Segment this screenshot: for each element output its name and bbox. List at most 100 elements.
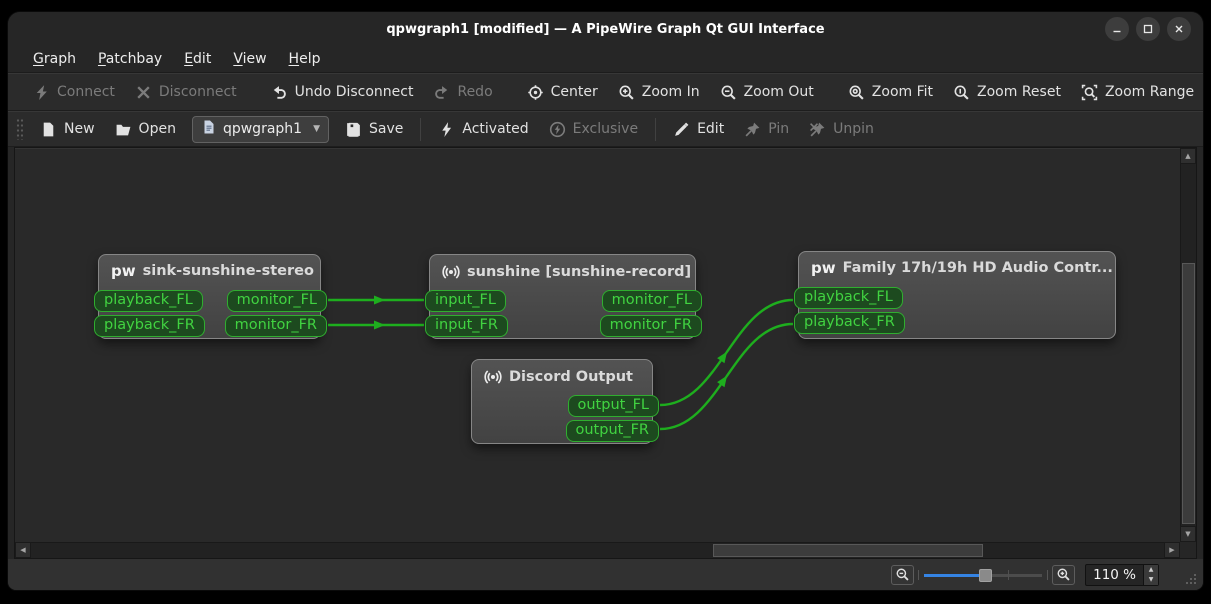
port-playback-fr[interactable]: playback_FR: [794, 311, 905, 334]
zoom-slider[interactable]: [918, 567, 1049, 583]
menubar: Graph Patchbay Edit View Help: [8, 46, 1203, 73]
zoom-out-small-button[interactable]: [891, 564, 915, 585]
toolbar-separator: [420, 117, 422, 141]
node-title: Discord Output: [509, 369, 633, 385]
zoom-value[interactable]: 110 %: [1086, 565, 1143, 585]
new-button[interactable]: New: [30, 115, 105, 143]
zoom-in-small-button[interactable]: [1052, 564, 1076, 585]
zoom-slider-fill: [924, 573, 986, 577]
window-controls: [1105, 17, 1191, 41]
maximize-button[interactable]: [1136, 17, 1160, 41]
file-doc-icon: [204, 120, 214, 134]
spin-up-button[interactable]: ▲: [1144, 564, 1158, 575]
toolbar-button-label: Edit: [697, 121, 725, 137]
port-input-fl[interactable]: input_FL: [425, 290, 506, 312]
zoom-reset-button[interactable]: Zoom Reset: [943, 78, 1071, 106]
edit-button[interactable]: Edit: [663, 115, 734, 143]
scroll-down-button[interactable]: ▼: [1180, 526, 1196, 542]
undo-disconnect-button[interactable]: Undo Disconnect: [261, 78, 424, 106]
toolbar-button-label: Disconnect: [158, 84, 237, 100]
connect-icon: [36, 84, 47, 100]
menu-edit[interactable]: Edit: [173, 51, 222, 67]
toolbar-button-label: Zoom Range: [1104, 84, 1195, 100]
save-button[interactable]: Save: [335, 115, 413, 143]
port-playback-fr[interactable]: playback_FR: [94, 314, 205, 337]
pipewire-icon: pw: [811, 258, 836, 276]
vertical-scroll-thumb[interactable]: [1182, 263, 1195, 524]
zoom-slider-handle[interactable]: [979, 568, 993, 582]
zoom-reset-icon: [953, 84, 970, 101]
maximize-icon: [1143, 24, 1153, 34]
center-button[interactable]: Center: [517, 78, 608, 106]
node-sunshine[interactable]: sunshine [sunshine-record] input_FL input_…: [425, 254, 702, 339]
graph-toolbar: Connect Disconnect Undo Disconnect Redo Cent…: [8, 73, 1203, 111]
exclusive-button: Exclusive: [539, 115, 648, 143]
node-sink-sunshine-stereo[interactable]: pw sink-sunshine-stereo playback_FL playbac…: [94, 254, 327, 339]
node-header: pw sink-sunshine-stereo: [99, 255, 320, 279]
exclusive-icon: [549, 121, 566, 138]
port-input-fr[interactable]: input_FR: [425, 314, 508, 337]
titlebar[interactable]: qpwgraph1 [modified] — A PipeWire Graph …: [8, 12, 1203, 46]
zoom-range-icon: [1081, 84, 1098, 100]
zoom-fit-icon: [848, 84, 865, 101]
patchbay-profile-combo[interactable]: qpwgraph1 ▼: [191, 115, 329, 143]
zoom-out-icon: [896, 568, 909, 581]
edit-icon: [673, 121, 690, 138]
zoom-in-icon: [1057, 568, 1070, 581]
zoom-fit-button[interactable]: Zoom Fit: [838, 78, 943, 106]
toolbar-button-label: Open: [138, 121, 176, 137]
minimize-button[interactable]: [1105, 17, 1129, 41]
port-monitor-fl[interactable]: monitor_FL: [601, 290, 702, 312]
activated-button[interactable]: Activated: [428, 115, 538, 143]
connect-button: Connect: [23, 78, 125, 106]
toolbar-button-label: Zoom In: [641, 84, 700, 100]
wire-arrow-icon: [374, 320, 385, 330]
scrollbar-corner: [1180, 542, 1196, 558]
toolbar-button-label: Redo: [457, 84, 493, 100]
chevron-down-icon: ▼: [313, 124, 320, 134]
vertical-scrollbar[interactable]: ▲ ▼: [1180, 148, 1196, 542]
node-header: pw Family 17h/19h HD Audio Contr...: [799, 252, 1115, 276]
unpin-icon: [809, 121, 826, 138]
zoom-out-button[interactable]: Zoom Out: [710, 78, 824, 106]
node-title: sunshine [sunshine-record]: [467, 264, 692, 280]
zoom-in-button[interactable]: Zoom In: [608, 78, 710, 106]
scroll-left-button[interactable]: ◀: [15, 542, 31, 558]
file-doc-icon: [201, 119, 217, 139]
menu-view[interactable]: View: [222, 51, 277, 67]
undo-icon: [271, 84, 288, 101]
zoom-fit-icon: [849, 85, 864, 100]
horizontal-scroll-thumb[interactable]: [713, 544, 983, 557]
statusbar: 110 % ▲ ▼: [8, 559, 1203, 590]
menu-graph[interactable]: Graph: [22, 51, 87, 67]
resize-grip[interactable]: [1183, 571, 1198, 586]
zoom-spin-buttons: ▲ ▼: [1143, 564, 1158, 585]
scroll-right-button[interactable]: ▶: [1164, 542, 1180, 558]
spin-down-button[interactable]: ▼: [1144, 574, 1158, 585]
graph-canvas[interactable]: pw sink-sunshine-stereo playback_FL playbac…: [14, 147, 1197, 559]
scroll-up-button[interactable]: ▲: [1180, 148, 1196, 164]
zoom-slider-tick: [1007, 569, 1009, 580]
open-button[interactable]: Open: [105, 115, 186, 143]
close-button[interactable]: [1167, 17, 1191, 41]
zoom-spinbox[interactable]: 110 % ▲ ▼: [1085, 563, 1159, 586]
port-monitor-fr[interactable]: monitor_FR: [224, 314, 327, 337]
port-monitor-fr[interactable]: monitor_FR: [599, 314, 702, 337]
toolbar-drag-handle[interactable]: [16, 118, 23, 140]
node-family-hd-audio[interactable]: pw Family 17h/19h HD Audio Contr... playba…: [794, 251, 1116, 339]
zoom-out-icon: [720, 84, 737, 101]
port-output-fl[interactable]: output_FL: [567, 395, 659, 417]
node-discord-output[interactable]: Discord Output output_FL output_FR: [471, 359, 659, 444]
port-playback-fl[interactable]: playback_FL: [94, 290, 203, 312]
node-header: sunshine [sunshine-record]: [430, 255, 695, 281]
menu-help[interactable]: Help: [278, 51, 332, 67]
port-output-fr[interactable]: output_FR: [565, 419, 659, 442]
toolbar-button-label: Save: [369, 121, 404, 137]
menu-patchbay[interactable]: Patchbay: [87, 51, 173, 67]
port-monitor-fl[interactable]: monitor_FL: [226, 290, 327, 312]
port-playback-fl[interactable]: playback_FL: [794, 287, 903, 309]
horizontal-scrollbar[interactable]: ◀ ▶: [15, 542, 1180, 558]
zoom-range-button[interactable]: Zoom Range: [1071, 78, 1204, 106]
unpin-icon: [810, 122, 825, 136]
connection-wires: [328, 295, 794, 431]
